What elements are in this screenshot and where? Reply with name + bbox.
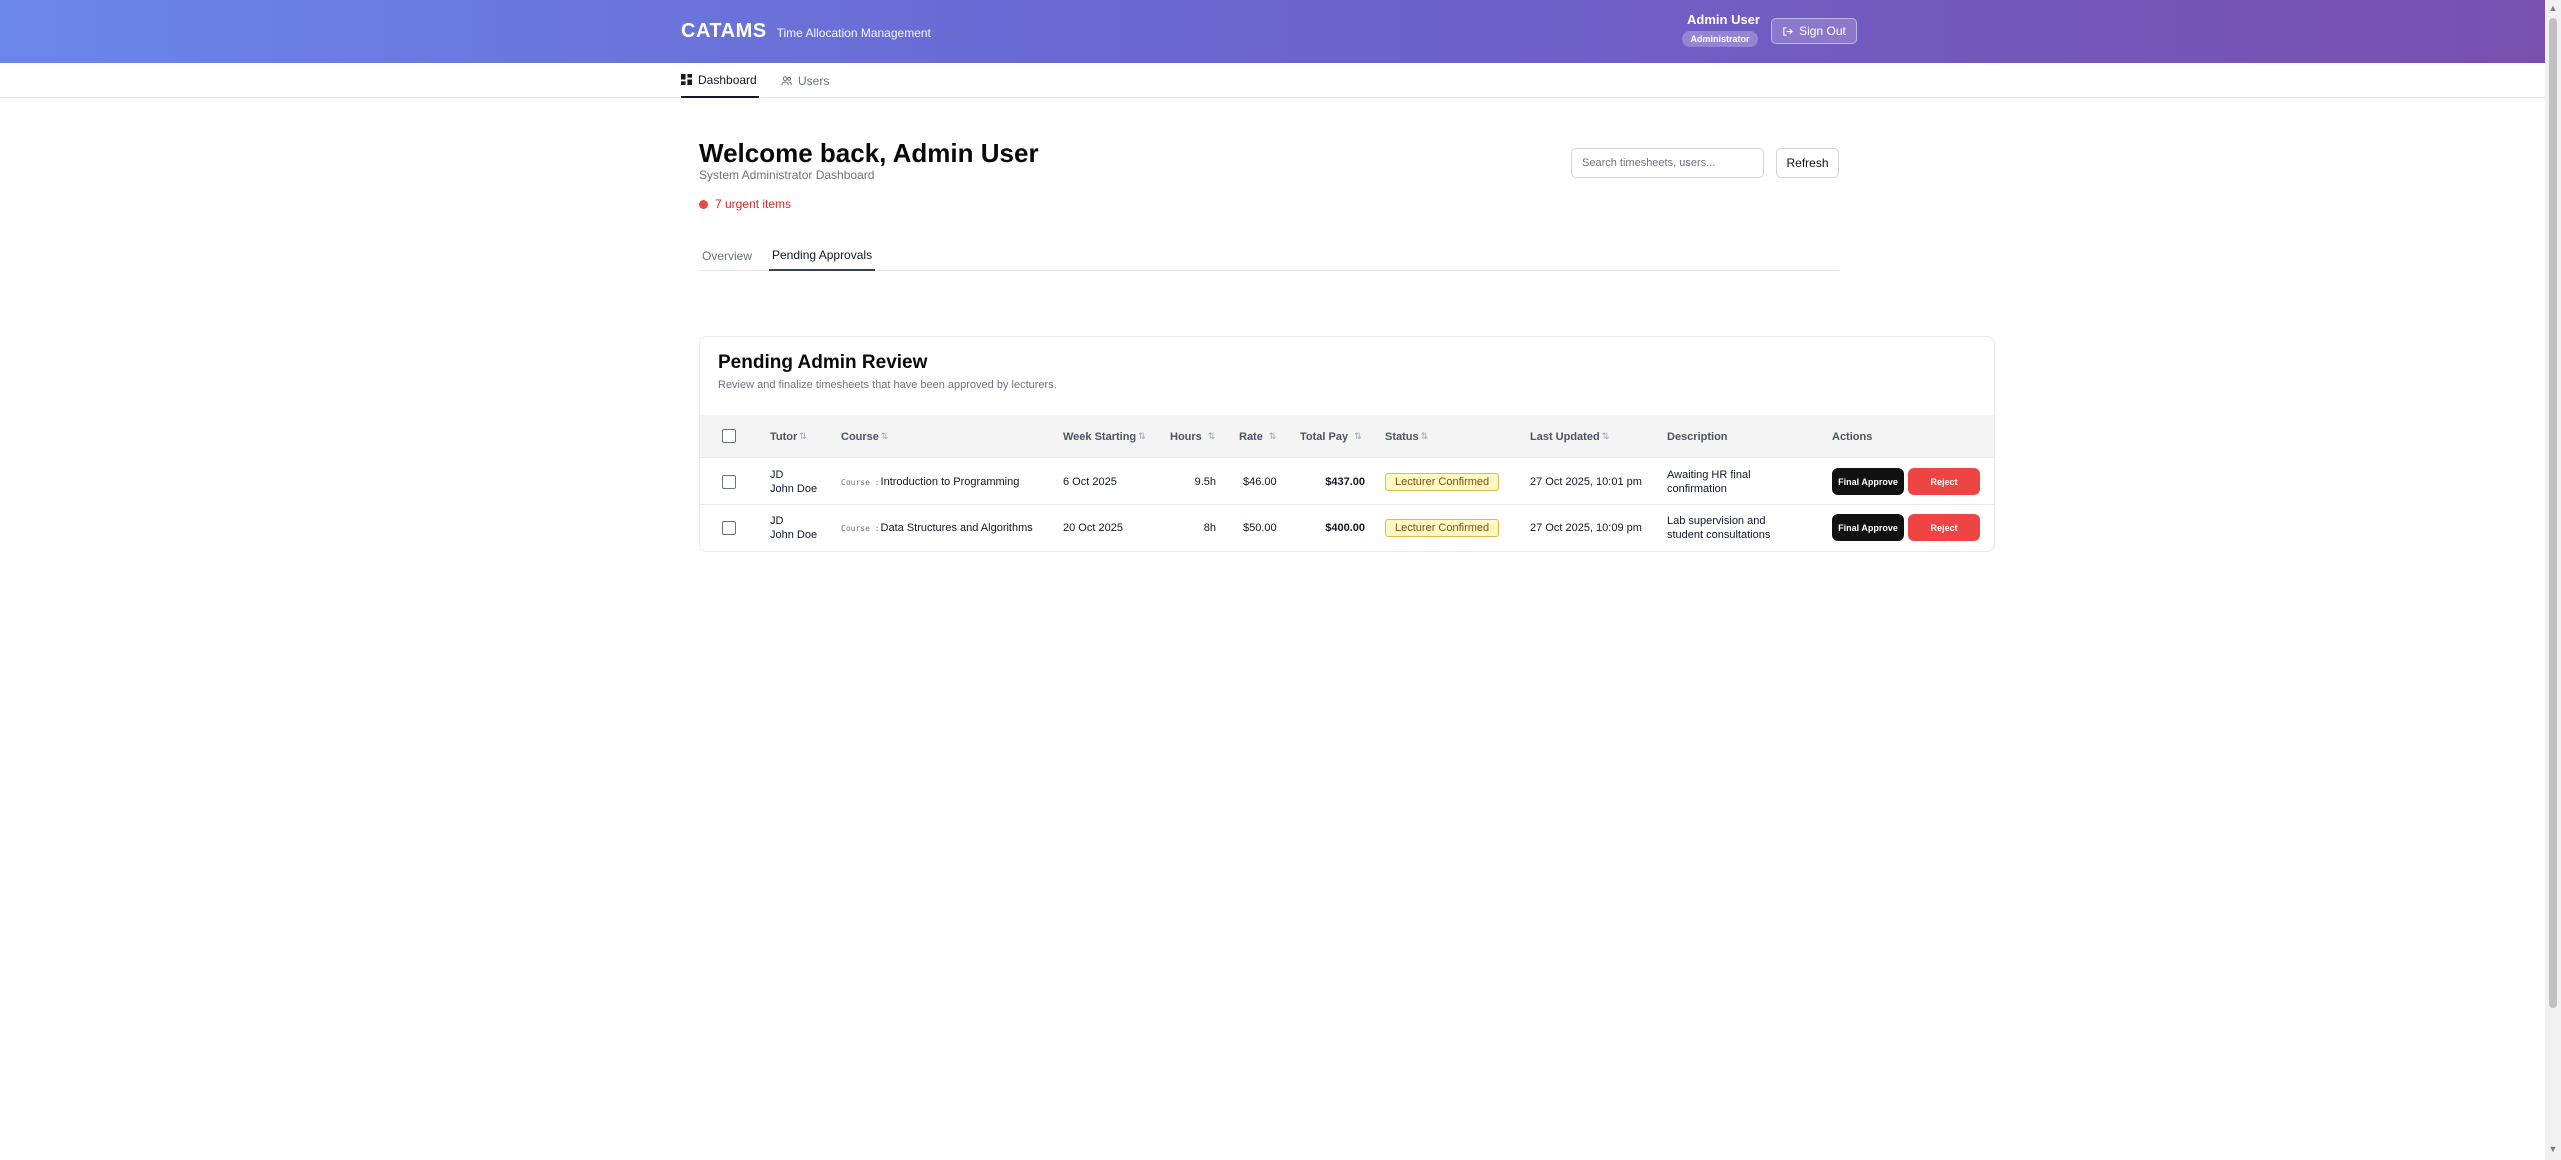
reject-button[interactable]: Reject (1908, 468, 1980, 495)
col-actions: Actions (1832, 430, 1873, 443)
dashboard-tabs: Overview Pending Approvals (699, 240, 1839, 271)
hours-cell: 9.5h (1194, 476, 1216, 488)
user-info: Admin User Administrator (1680, 12, 1760, 47)
sign-out-label: Sign Out (1799, 24, 1846, 38)
table-row: JD John Doe Course : Introduction to Pro… (700, 459, 1994, 505)
col-hours[interactable]: Hours ⇅ (1170, 415, 1215, 458)
sort-icon: ⇅ (1268, 431, 1277, 441)
col-tutor[interactable]: Tutor ⇅ (770, 415, 807, 458)
role-badge: Administrator (1682, 31, 1758, 47)
col-status[interactable]: Status ⇅ (1385, 415, 1428, 458)
course-cell: Course : Data Structures and Algorithms (841, 505, 1033, 551)
col-tutor-label: Tutor (770, 430, 798, 443)
final-approve-button[interactable]: Final Approve (1832, 514, 1904, 541)
page-subtitle: System Administrator Dashboard (699, 168, 875, 182)
col-course-label: Course (841, 430, 879, 443)
tutor-name: John Doe (770, 483, 818, 495)
card-description: Review and finalize timesheets that have… (718, 379, 1057, 391)
nav-dashboard[interactable]: Dashboard (681, 63, 759, 98)
nav-users-label: Users (798, 73, 830, 88)
scroll-up-icon[interactable]: ▲ (2548, 3, 2558, 13)
sort-icon: ⇅ (799, 431, 807, 441)
main-nav: Dashboard Users (0, 63, 2545, 98)
nav-users[interactable]: Users (781, 63, 829, 98)
scroll-down-icon[interactable]: ▼ (2548, 1144, 2558, 1154)
app-header: CATAMS Time Allocation Management Admin … (0, 0, 2545, 63)
col-course[interactable]: Course ⇅ (841, 415, 888, 458)
urgent-dot-icon (699, 199, 708, 209)
brand-name: CATAMS (681, 20, 767, 42)
sign-out-button[interactable]: Sign Out (1771, 18, 1857, 44)
table-row: JD John Doe Course : Data Structures and… (700, 505, 1994, 551)
col-week-starting[interactable]: Week Starting ⇅ (1063, 415, 1146, 458)
description-cell: Awaiting HR final confirmation (1667, 469, 1751, 495)
status-badge: Lecturer Confirmed (1385, 519, 1500, 537)
col-rate[interactable]: Rate ⇅ (1239, 415, 1276, 458)
tutor-name: John Doe (770, 529, 818, 541)
dashboard-icon (681, 74, 692, 85)
tutor-cell: JD John Doe (770, 505, 817, 551)
sort-icon: ⇅ (1354, 431, 1362, 441)
urgent-indicator[interactable]: 7 urgent items (699, 197, 791, 211)
description-cell: Lab supervision and student consultation… (1667, 515, 1771, 541)
refresh-button[interactable]: Refresh (1776, 148, 1839, 178)
pending-review-card: Pending Admin Review Review and finalize… (699, 336, 1995, 552)
col-hours-label: Hours (1170, 430, 1202, 443)
scroll-thumb[interactable] (2549, 18, 2557, 1008)
page-scrollbar[interactable]: ▲ ▼ (2545, 0, 2561, 1160)
col-updated-label: Last Updated (1530, 430, 1600, 443)
search-input[interactable] (1571, 148, 1764, 178)
col-total-pay[interactable]: Total Pay ⇅ (1300, 415, 1362, 458)
course-name: Data Structures and Algorithms (880, 522, 1033, 534)
col-status-label: Status (1385, 430, 1419, 443)
final-approve-button[interactable]: Final Approve (1832, 468, 1904, 495)
col-week-label: Week Starting (1063, 430, 1137, 443)
users-icon (781, 76, 792, 86)
week-cell: 20 Oct 2025 (1063, 522, 1123, 534)
rate-cell: $46.00 (1243, 476, 1277, 488)
col-description: Description (1667, 430, 1728, 443)
select-all-checkbox[interactable] (722, 429, 736, 443)
col-last-updated[interactable]: Last Updated ⇅ (1530, 415, 1609, 458)
tab-pending-approvals[interactable]: Pending Approvals (769, 240, 876, 271)
sort-icon: ⇅ (1420, 431, 1429, 441)
course-prefix: Course : (841, 477, 880, 487)
hours-cell: 8h (1203, 522, 1216, 534)
total-pay-cell: $437.00 (1325, 476, 1365, 488)
course-prefix: Course : (841, 523, 880, 533)
sort-icon: ⇅ (1207, 431, 1216, 441)
course-name: Introduction to Programming (880, 476, 1020, 488)
urgent-count: 7 urgent items (715, 197, 792, 211)
sort-icon: ⇅ (880, 431, 889, 441)
status-cell: Lecturer Confirmed (1385, 459, 1500, 505)
page-title: Welcome back, Admin User (699, 138, 1039, 168)
last-updated-cell: 27 Oct 2025, 10:09 pm (1530, 522, 1642, 534)
table-header: Tutor ⇅ Course ⇅ Week Starting ⇅ Hours ⇅ Rat… (700, 415, 1994, 458)
tab-overview[interactable]: Overview (699, 240, 755, 271)
col-rate-label: Rate (1239, 430, 1263, 443)
last-updated-cell: 27 Oct 2025, 10:01 pm (1530, 476, 1642, 488)
course-cell: Course : Introduction to Programming (841, 459, 1019, 505)
week-cell: 6 Oct 2025 (1063, 476, 1117, 488)
row-checkbox[interactable] (722, 521, 736, 535)
sort-icon: ⇅ (1601, 431, 1610, 441)
nav-dashboard-label: Dashboard (698, 72, 757, 87)
col-total-label: Total Pay (1300, 430, 1349, 443)
total-pay-cell: $400.00 (1325, 522, 1365, 534)
status-badge: Lecturer Confirmed (1385, 473, 1500, 491)
status-cell: Lecturer Confirmed (1385, 505, 1500, 551)
row-checkbox[interactable] (722, 475, 736, 489)
sign-out-icon (1783, 26, 1794, 36)
card-title: Pending Admin Review (718, 352, 928, 373)
user-name: Admin User (1687, 12, 1760, 27)
sort-icon: ⇅ (1138, 431, 1146, 441)
brand: CATAMS Time Allocation Management (681, 20, 931, 43)
rate-cell: $50.00 (1243, 522, 1277, 534)
reject-button[interactable]: Reject (1908, 514, 1980, 541)
tutor-initials: JD (770, 515, 784, 527)
brand-subtitle: Time Allocation Management (776, 26, 931, 40)
tutor-cell: JD John Doe (770, 459, 817, 505)
tutor-initials: JD (770, 469, 784, 481)
